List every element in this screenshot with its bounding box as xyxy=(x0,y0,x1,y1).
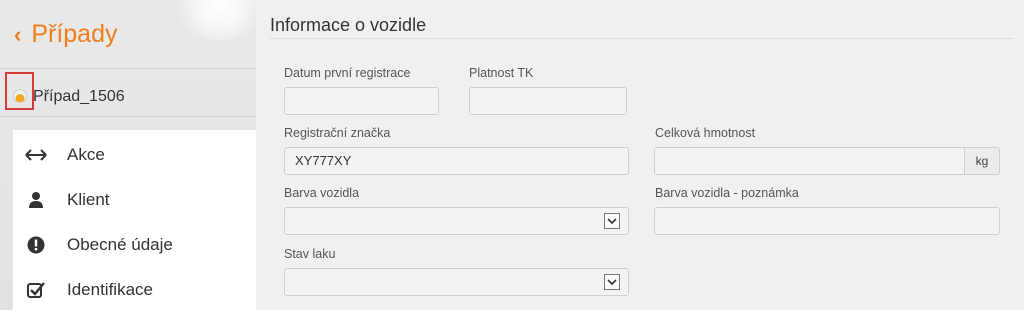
color-label: Barva vozidla xyxy=(284,186,360,200)
status-dot-icon xyxy=(13,89,27,103)
first-registration-label: Datum první registrace xyxy=(284,66,411,80)
exclamation-circle-icon xyxy=(25,236,47,254)
sidebar-item-label: Obecné údaje xyxy=(67,235,173,254)
case-title: Případ_1506 xyxy=(33,88,125,105)
sidebar-menu: Akce Klient Obecné údaje Identifikace xyxy=(13,130,256,310)
weight-unit: kg xyxy=(965,147,1000,175)
sidebar-item-obecne-udaje[interactable]: Obecné údaje xyxy=(13,223,256,267)
main-panel: Informace o vozidle Datum první registra… xyxy=(256,0,1024,310)
paint-state-label: Stav laku xyxy=(284,247,336,261)
sidebar-item-label: Akce xyxy=(67,145,105,164)
chevron-left-icon: ‹ xyxy=(14,21,22,47)
tk-valid-input[interactable] xyxy=(469,87,627,115)
divider xyxy=(0,116,256,117)
tk-valid-label: Platnost TK xyxy=(469,66,534,80)
sidebar-item-label: Klient xyxy=(67,190,110,209)
paint-state-select[interactable] xyxy=(284,268,629,296)
plate-input[interactable]: XY777XY xyxy=(284,147,629,175)
user-icon xyxy=(25,191,47,209)
sidebar-item-identifikace[interactable]: Identifikace xyxy=(13,268,256,310)
weight-label: Celková hmotnost xyxy=(655,126,756,140)
chevron-down-icon[interactable] xyxy=(604,213,620,229)
color-note-label: Barva vozidla - poznámka xyxy=(655,186,799,200)
chevron-down-icon[interactable] xyxy=(604,274,620,290)
double-arrow-icon xyxy=(25,149,47,161)
weight-input[interactable] xyxy=(654,147,965,175)
checkbox-icon xyxy=(25,281,47,299)
plate-label: Registrační značka xyxy=(284,126,391,140)
color-note-input[interactable] xyxy=(654,207,1000,235)
case-status-icon[interactable] xyxy=(5,72,34,110)
light-glow xyxy=(175,0,256,40)
section-title: Informace o vozidle xyxy=(270,15,427,35)
back-to-cases-link[interactable]: ‹ Případy xyxy=(14,20,118,49)
divider xyxy=(0,68,256,69)
back-label: Případy xyxy=(31,20,118,48)
sidebar-item-akce[interactable]: Akce xyxy=(13,133,256,177)
sidebar-item-klient[interactable]: Klient xyxy=(13,178,256,222)
sidebar: ‹ Případy Případ_1506 Akce Klient Obecné… xyxy=(0,0,256,310)
sidebar-item-label: Identifikace xyxy=(67,280,153,299)
first-registration-input[interactable] xyxy=(284,87,439,115)
color-select[interactable] xyxy=(284,207,629,235)
section-divider xyxy=(270,38,1014,39)
